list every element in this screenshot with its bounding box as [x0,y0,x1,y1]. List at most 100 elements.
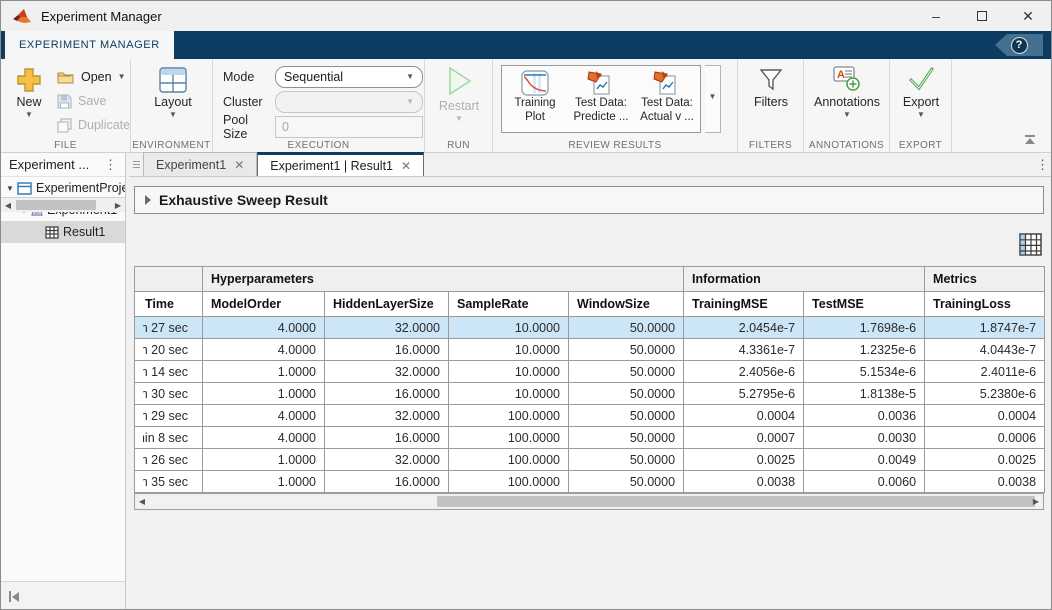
training-plot-button[interactable]: Training Plot [502,66,568,132]
test-data-actual-button[interactable]: Test Data: Actual v ... [634,66,700,132]
gallery-dropdown-button[interactable]: ▼ [705,65,721,133]
column-chooser-button[interactable] [1019,233,1042,256]
filters-button[interactable]: Filters [743,67,799,110]
mode-dropdown[interactable]: Sequential ▼ [275,66,423,88]
table-cell[interactable]: 50.0000 [569,449,684,471]
table-cell[interactable]: 5.2795e-6 [684,383,804,405]
table-cell[interactable]: 16.0000 [325,427,449,449]
new-button[interactable]: New ▼ [7,67,51,118]
tree-item-result1[interactable]: Result1 [1,221,125,243]
table-cell[interactable]: 50.0000 [569,383,684,405]
save-button[interactable]: Save [57,91,130,111]
table-cell[interactable]: 1.0000 [203,471,325,493]
table-cell[interactable]: 0.0007 [684,427,804,449]
table-cell[interactable]: 100.0000 [449,449,569,471]
table-cell[interactable]: 0.0004 [925,405,1045,427]
tree-item-project[interactable]: ▼ ExperimentProje [1,177,125,199]
column-header-trainingmse[interactable]: TrainingMSE [684,292,804,317]
table-cell[interactable]: 1.2325e-6 [804,339,925,361]
table-cell[interactable]: 4.0000 [203,317,325,339]
cluster-dropdown[interactable]: ▼ [275,91,423,113]
table-cell[interactable]: 100.0000 [449,427,569,449]
table-cell[interactable]: 1.0000 [203,361,325,383]
table-cell[interactable]: 0.0036 [804,405,925,427]
table-cell[interactable]: 2 min 29 sec [135,405,203,427]
table-cell[interactable]: 32.0000 [325,449,449,471]
scroll-left-icon[interactable]: ◀ [135,494,149,509]
scrollbar-thumb[interactable] [16,200,96,210]
table-row[interactable]: 0 min 20 sec4.000016.000010.000050.00004… [135,339,1045,361]
table-cell[interactable]: 32.0000 [325,405,449,427]
table-row[interactable]: 0 min 27 sec4.000032.000010.000050.00002… [135,317,1045,339]
table-cell[interactable]: 0 min 20 sec [135,339,203,361]
tab-experiment1-result1[interactable]: Experiment1 | Result1 ✕ [257,152,424,176]
table-cell[interactable]: 5.2380e-6 [925,383,1045,405]
table-cell[interactable]: 10.0000 [449,339,569,361]
scroll-left-icon[interactable]: ◀ [1,198,15,212]
table-cell[interactable]: 16.0000 [325,383,449,405]
test-data-predicted-button[interactable]: Test Data: Predicte ... [568,66,634,132]
table-cell[interactable]: 32.0000 [325,317,449,339]
table-cell[interactable]: 4.0443e-7 [925,339,1045,361]
table-cell[interactable]: 1.8138e-5 [804,383,925,405]
maximize-button[interactable] [959,1,1005,31]
table-cell[interactable]: 0.0038 [925,471,1045,493]
table-cell[interactable]: 0.0038 [684,471,804,493]
column-header-time[interactable]: Time [135,292,203,317]
table-cell[interactable]: 100.0000 [449,405,569,427]
annotations-button[interactable]: A Annotations ▼ [809,65,885,118]
table-cell[interactable]: 0 min 30 sec [135,383,203,405]
table-cell[interactable]: 0.0049 [804,449,925,471]
table-cell[interactable]: 16.0000 [325,471,449,493]
column-header-modelorder[interactable]: ModelOrder [203,292,325,317]
table-cell[interactable]: 0 min 27 sec [135,317,203,339]
table-cell[interactable]: 0 min 14 sec [135,361,203,383]
browser-horizontal-scrollbar[interactable]: ◀ ▶ [1,197,125,212]
table-cell[interactable]: 4.0000 [203,405,325,427]
table-cell[interactable]: 1.8747e-7 [925,317,1045,339]
close-tab-icon[interactable]: ✕ [234,158,244,172]
close-button[interactable]: ✕ [1005,1,1051,31]
scroll-right-icon[interactable]: ▶ [111,198,125,212]
scroll-right-icon[interactable]: ▶ [1029,494,1043,509]
table-cell[interactable]: 50.0000 [569,427,684,449]
table-cell[interactable]: 50.0000 [569,405,684,427]
exhaustive-sweep-result-header[interactable]: Exhaustive Sweep Result [134,186,1044,214]
table-cell[interactable]: 0.0060 [804,471,925,493]
table-cell[interactable]: 1.7698e-6 [804,317,925,339]
table-cell[interactable]: 100.0000 [449,471,569,493]
table-cell[interactable]: 4.0000 [203,339,325,361]
table-cell[interactable]: 50.0000 [569,339,684,361]
table-row[interactable]: 1 min 35 sec1.000016.0000100.000050.0000… [135,471,1045,493]
column-header-windowsize[interactable]: WindowSize [569,292,684,317]
close-tab-icon[interactable]: ✕ [401,159,411,173]
table-cell[interactable]: 4.3361e-7 [684,339,804,361]
table-cell[interactable]: 10.0000 [449,317,569,339]
column-header-hiddenlayersize[interactable]: HiddenLayerSize [325,292,449,317]
table-row[interactable]: 0 min 14 sec1.000032.000010.000050.00002… [135,361,1045,383]
layout-button[interactable]: Layout ▼ [151,67,195,118]
column-header-samplerate[interactable]: SampleRate [449,292,569,317]
table-cell[interactable]: 1 min 35 sec [135,471,203,493]
pool-size-input[interactable] [275,116,423,138]
tab-experiment-manager[interactable]: EXPERIMENT MANAGER [5,31,174,59]
table-cell[interactable]: 1.0000 [203,449,325,471]
table-cell[interactable]: 1.0000 [203,383,325,405]
table-cell[interactable]: 2.4011e-6 [925,361,1045,383]
restart-button[interactable]: Restart ▼ [433,65,485,122]
expander-icon[interactable]: ▼ [5,184,15,193]
table-cell[interactable]: 50.0000 [569,317,684,339]
tab-experiment1[interactable]: Experiment1 ✕ [143,152,257,176]
table-horizontal-scrollbar[interactable]: ◀ ▶ [134,493,1044,510]
table-row[interactable]: 0 min 30 sec1.000016.000010.000050.00005… [135,383,1045,405]
table-row[interactable]: 2 min 29 sec4.000032.0000100.000050.0000… [135,405,1045,427]
table-cell[interactable]: 0.0004 [684,405,804,427]
help-button[interactable]: ? [995,34,1043,56]
collapse-browser-button[interactable] [1,581,125,610]
table-cell[interactable]: 0.0025 [684,449,804,471]
table-cell[interactable]: 16.0000 [325,339,449,361]
minimize-button[interactable]: – [913,1,959,31]
scrollbar-thumb[interactable] [437,496,1035,507]
table-cell[interactable]: 0.0030 [804,427,925,449]
export-button[interactable]: Export ▼ [894,65,948,118]
